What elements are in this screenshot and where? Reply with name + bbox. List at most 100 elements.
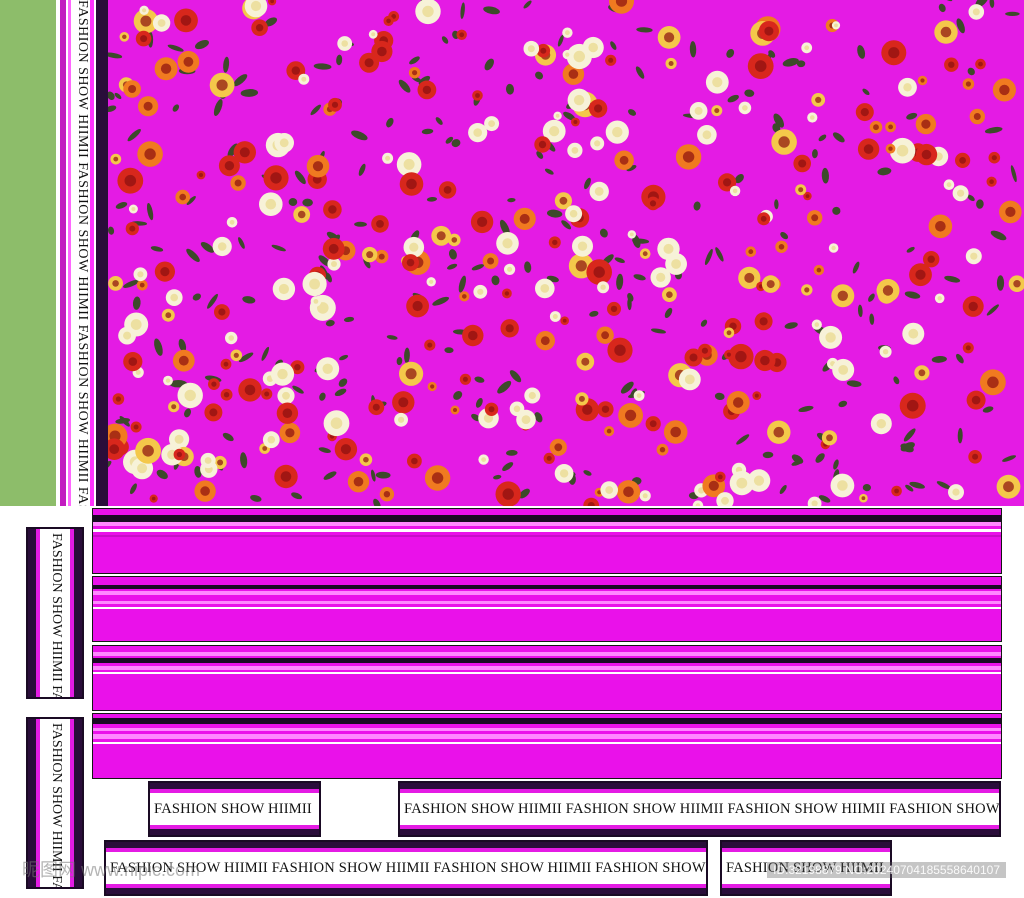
flower-shape [986,176,997,187]
flower-shape [431,225,452,246]
flower-shape [194,480,216,502]
flower-shape [729,471,754,496]
flower-shape [112,393,125,405]
leaf-shape [291,492,303,500]
leaf-shape [583,470,592,476]
flower-shape [268,0,277,6]
leaf-shape [313,63,332,70]
leaf-shape [636,27,653,33]
flower-shape [711,105,723,117]
flower-shape [462,324,484,347]
flower-shape [362,246,378,263]
flower-shape [663,420,688,444]
leaf-shape [976,199,984,209]
leaf-shape [614,257,626,264]
small-brand-tag: FASHION SHOW HIIMII [148,781,321,837]
leaf-shape [736,434,750,445]
leaf-shape [396,357,403,366]
leaf-shape [432,296,450,306]
flower-shape [562,49,572,60]
flower-shape [955,152,971,168]
flower-shape [758,21,780,42]
leaf-shape [1002,455,1017,462]
flower-shape [590,136,605,151]
flower-shape [609,0,634,14]
flower-shape [534,136,551,153]
flower-shape [200,452,216,469]
flower-shape [757,212,771,226]
flower-shape [135,30,152,47]
flower-shape [226,217,238,228]
flower-shape [553,111,562,121]
flower-shape [125,222,139,236]
flower-shape [513,207,536,230]
leaf-shape [984,126,1003,134]
flower-shape [705,70,729,94]
flower-shape [484,402,499,416]
flower-shape [472,90,483,101]
flower-shape [424,339,436,351]
vertical-brand-strip: FASHION SHOW HIIMII FASHION SHOW HIIMII … [56,0,108,506]
leaf-shape [318,447,331,453]
leaf-shape [409,56,420,65]
flower-shape [831,21,841,30]
flower-shape [196,170,206,180]
flower-shape [771,129,797,155]
flower-shape [204,403,223,422]
leaf-shape [782,58,799,67]
leaf-shape [474,376,485,383]
flower-shape [399,172,424,196]
leaf-shape [302,198,313,207]
flower-shape [618,403,643,428]
flower-shape [752,391,762,400]
leaf-shape [744,89,755,97]
flower-shape [678,368,701,391]
flower-shape [379,487,395,502]
leaf-shape [449,249,457,260]
flower-shape [496,232,519,255]
flower-shape [371,215,389,233]
flower-shape [891,485,902,497]
leaf-shape [250,494,262,502]
leaf-shape [852,261,860,274]
flower-shape [575,392,589,406]
leaf-shape [505,83,514,95]
leaf-shape [821,167,829,184]
flower-shape [426,277,436,287]
green-side-panel [0,0,56,506]
leaf-shape [1010,165,1017,183]
flower-shape [596,326,614,344]
leaf-shape [704,248,713,266]
leaf-shape [862,88,870,96]
leaf-shape [154,338,163,356]
flower-shape [177,382,203,409]
flower-shape [208,378,220,390]
leaf-shape [589,310,599,317]
flower-shape [726,391,750,414]
flower-shape [879,345,892,358]
leaf-shape [798,405,814,413]
flower-shape [135,437,161,464]
flower-shape [417,80,437,100]
leaf-shape [877,167,892,176]
leaf-shape [633,274,646,281]
leaf-shape [115,202,128,209]
leaf-shape [338,378,348,387]
leaf-shape [982,406,994,413]
flower-shape [139,5,149,15]
leaf-shape [893,376,900,385]
leaf-shape [475,397,483,408]
flower-shape [368,29,378,39]
flower-shape [293,206,311,223]
leaf-shape [610,41,617,50]
flower-shape [523,40,540,57]
flower-shape [650,267,671,288]
flower-shape [220,388,233,401]
flower-shape [459,373,471,385]
flower-shape [408,67,421,79]
flower-shape [230,349,243,362]
flower-shape [276,402,299,424]
leaf-shape [497,380,512,394]
flower-shape [154,261,175,282]
flower-shape [347,471,370,493]
